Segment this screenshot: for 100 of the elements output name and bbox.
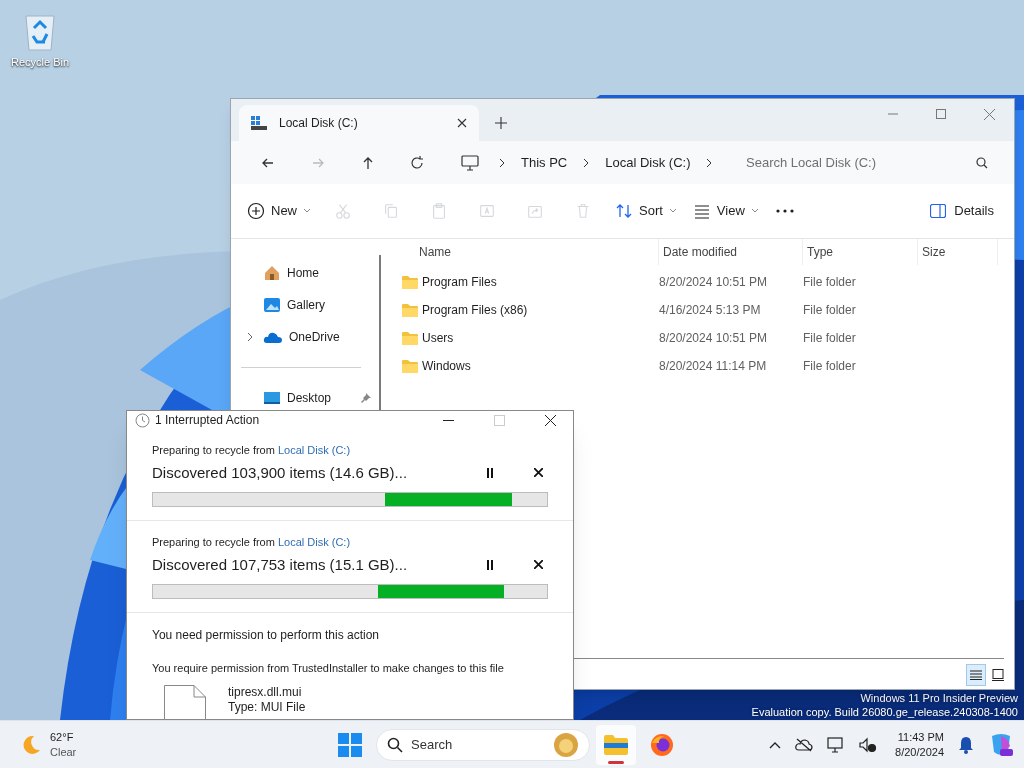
nav-item[interactable]: Gallery	[231, 289, 379, 321]
column-header[interactable]: Type	[803, 239, 918, 265]
file-name: Users	[422, 330, 454, 347]
weather-widget[interactable]: 62°F Clear	[0, 729, 200, 760]
new-button[interactable]: New	[239, 195, 319, 227]
breadcrumb-item[interactable]: Local Disk (C:)	[597, 152, 699, 173]
folder-icon	[604, 734, 628, 755]
type-cell-text: File folder	[803, 330, 857, 347]
expand-chevron-icon[interactable]	[247, 332, 253, 342]
search-input[interactable]: Search	[411, 734, 531, 755]
column-header[interactable]: Name	[415, 239, 659, 265]
search-icon	[387, 736, 403, 753]
refresh-icon[interactable]	[409, 154, 425, 171]
nav-item[interactable]: Home	[231, 257, 379, 289]
maximize-icon[interactable]	[936, 109, 946, 119]
pin-icon[interactable]	[361, 393, 371, 403]
desktop-icon	[263, 390, 281, 406]
temperature: 62°F	[50, 729, 75, 745]
source-link[interactable]: Local Disk (C:)	[277, 536, 351, 548]
nav-label: Home	[287, 265, 319, 282]
sort-button[interactable]: Sort	[607, 195, 685, 227]
details-button[interactable]: Details	[922, 195, 1002, 227]
date-cell-text: 4/16/2024 5:13 PM	[659, 302, 762, 319]
file-row[interactable]: Windows 8/20/2024 11:14 PM File folder	[381, 352, 1014, 380]
running-indicator	[608, 760, 624, 764]
cancel-icon[interactable]	[534, 468, 543, 478]
sort-arrows-icon	[615, 202, 633, 220]
ellipsis-icon	[775, 209, 794, 213]
date: 8/20/2024	[895, 744, 944, 760]
panel-icon	[930, 204, 947, 218]
file-name: Program Files (x86)	[422, 302, 528, 319]
drive-icon	[251, 116, 267, 130]
caret-icon	[303, 208, 311, 214]
type-cell-text: File folder	[803, 274, 857, 291]
windows-logo-icon	[338, 732, 362, 757]
close-icon[interactable]	[545, 414, 556, 426]
caret-icon	[668, 208, 677, 214]
time: 11:43 PM	[897, 729, 944, 745]
watermark-text: Windows 11 Pro Insider Preview	[860, 691, 1018, 705]
chevron-icon	[583, 157, 590, 168]
operation-source-text: Preparing to recycle from Local Disk (C:)	[152, 535, 352, 550]
nav-item[interactable]: OneDrive	[231, 321, 379, 353]
folder-icon	[401, 358, 419, 374]
taskbar-search-field[interactable]: Search	[376, 728, 590, 761]
file-name: tipresx.dll.mui	[228, 684, 303, 700]
operation-status: Discovered 103,900 items (14.6 GB)...	[152, 462, 409, 483]
file-type: Type: MUI File	[228, 699, 306, 715]
cancel-icon[interactable]	[534, 560, 543, 570]
close-icon[interactable]	[457, 118, 467, 128]
date-cell-text: 8/20/2024 10:51 PM	[659, 274, 769, 291]
monitor-icon[interactable]	[827, 736, 846, 753]
permission-message: You require permission from TrustedInstaller to make changes to this file	[152, 661, 505, 676]
folder-icon	[401, 330, 419, 346]
details-view-button[interactable]	[966, 664, 986, 686]
gallery-icon	[263, 296, 281, 314]
operation-status: Discovered 107,753 items (15.1 GB)...	[152, 554, 409, 575]
search-icon	[976, 156, 988, 169]
column-header[interactable]: Date modified	[659, 239, 803, 265]
permission-heading: You need permission to perform this action	[152, 627, 380, 644]
clock[interactable]: 11:43 PM 8/20/2024	[895, 729, 944, 760]
chevron-icon[interactable]	[706, 157, 713, 168]
view-button[interactable]: View	[684, 195, 767, 227]
file-row[interactable]: Program Files (x86) 4/16/2024 5:13 PM File folder	[381, 296, 1014, 324]
list-icon	[970, 670, 982, 680]
chevron-icon	[499, 157, 505, 168]
nav-label: OneDrive	[289, 329, 340, 346]
pause-icon[interactable]	[486, 559, 494, 570]
window-icon	[992, 669, 1004, 681]
taskbar-app-button[interactable]	[596, 724, 636, 765]
date-cell-text: 8/20/2024 11:14 PM	[659, 358, 768, 375]
search-field[interactable]: Search Local Disk (C:)	[746, 152, 976, 173]
maximize-icon	[494, 414, 505, 426]
type-cell-text: File folder	[803, 358, 857, 375]
file-row[interactable]: Program Files 8/20/2024 10:51 PM File folder	[381, 268, 1014, 296]
weather-condition: Clear	[50, 744, 77, 760]
cloud-offline-icon[interactable]	[795, 737, 814, 752]
file-name: Program Files	[422, 274, 497, 291]
tab[interactable]: Local Disk (C:)	[239, 105, 479, 141]
breadcrumb-item[interactable]: This PC	[513, 152, 576, 173]
watermark-text: Evaluation copy. Build 26080.ge_release.240308-1400	[751, 705, 1018, 719]
type-cell-text: File folder	[803, 302, 857, 319]
new-tab-icon[interactable]	[495, 117, 507, 129]
tab-title: Local Disk (C:)	[279, 115, 359, 132]
operation-source-text: Preparing to recycle from Local Disk (C:)	[152, 443, 352, 458]
nav-item[interactable]: Desktop	[231, 382, 379, 414]
lines-icon	[692, 202, 711, 220]
speaker-muted-icon[interactable]	[859, 736, 878, 753]
dialog-title: 1 Interrupted Action	[155, 412, 260, 429]
chevron-up-icon[interactable]	[769, 740, 782, 749]
bell-icon[interactable]	[958, 735, 974, 754]
column-header[interactable]: Size	[918, 239, 998, 265]
caret-icon	[750, 208, 759, 214]
plus-circle-icon	[247, 202, 265, 220]
file-row[interactable]: Users 8/20/2024 10:51 PM File folder	[381, 324, 1014, 352]
date-cell-text: 8/20/2024 10:51 PM	[659, 330, 769, 347]
source-link[interactable]: Local Disk (C:)	[277, 444, 351, 456]
cloud-icon	[263, 330, 283, 344]
browser-icon	[650, 732, 674, 757]
house-icon	[263, 264, 281, 282]
pause-icon[interactable]	[486, 467, 494, 478]
